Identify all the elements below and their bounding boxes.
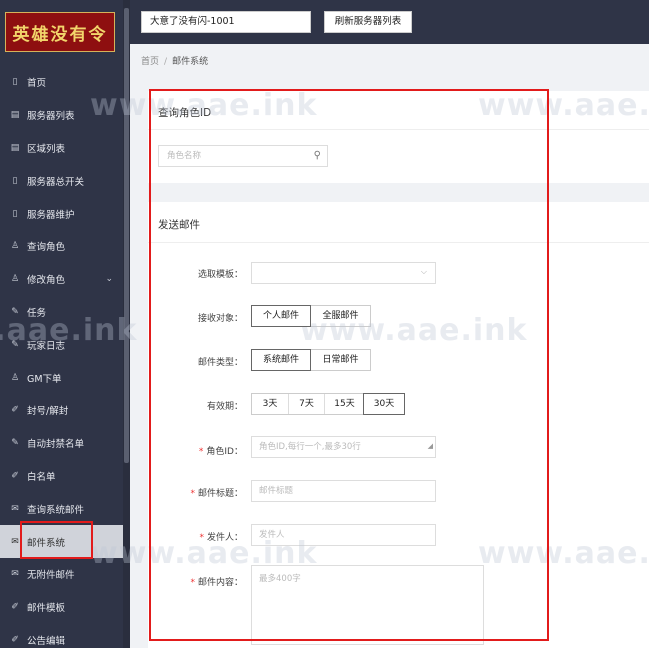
sidebar-item[interactable]: ✎ 自动封禁名单	[0, 427, 123, 460]
sidebar-item-label: 修改角色	[27, 275, 66, 287]
breadcrumb-current: 邮件系统	[172, 57, 209, 67]
menu-icon: ✎	[11, 306, 19, 317]
menu-icon: ▤	[10, 110, 20, 121]
menu-icon: ▯	[12, 77, 18, 88]
sidebar-item[interactable]: ✎ 玩家日志	[0, 328, 123, 361]
breadcrumb-separator: /	[164, 57, 168, 67]
sidebar-item-label: 服务器总开关	[27, 176, 85, 188]
menu-icon: ♙	[10, 241, 20, 252]
sidebar-item-label: 自动封禁名单	[27, 439, 85, 451]
menu-icon: ✉	[11, 569, 19, 580]
sidebar-item-label: 公告编辑	[27, 635, 66, 647]
menu-icon: ✎	[11, 438, 19, 449]
sidebar-item-label: 无附件邮件	[27, 570, 75, 582]
sidebar-item[interactable]: ▯ 服务器维护	[0, 197, 123, 230]
sidebar-item[interactable]: ▯ 首页	[0, 66, 123, 99]
type-system-button[interactable]: 系统邮件	[251, 349, 311, 371]
annotation-highlight-form	[149, 89, 549, 641]
menu-icon: ✐	[11, 602, 19, 613]
breadcrumb-home[interactable]: 首页	[141, 57, 159, 67]
annotation-highlight-menu	[20, 521, 93, 559]
sidebar-item[interactable]: ▤ 区域列表	[0, 132, 123, 165]
server-select[interactable]: 大意了没有闪-1001	[141, 11, 311, 33]
sidebar-item-label: 封号/解封	[27, 406, 69, 418]
chevron-down-icon[interactable]: ⌄	[105, 274, 113, 284]
sidebar-item-label: 服务器列表	[27, 111, 75, 123]
menu-icon: ✐	[11, 634, 19, 645]
sidebar-item-label: 任务	[27, 307, 47, 319]
sidebar-item-label: 区域列表	[27, 143, 66, 155]
sidebar-menu: ▯ 首页 ▤ 服务器列表 ▤ 区域列表 ▯ 服务器总开关 ▯ 服务器维护 ♙ 查询角色 ♙ 修改角色 ⌄ ✎ 任…	[0, 66, 123, 648]
menu-icon: ✉	[11, 503, 19, 514]
menu-icon: ♙	[10, 372, 20, 383]
menu-icon: ✐	[11, 470, 19, 481]
sidebar-item-label: 邮件模板	[27, 603, 66, 615]
sidebar-item[interactable]: ♙ GM下单	[0, 361, 123, 394]
sidebar-item[interactable]: ✎ 任务	[0, 296, 123, 329]
sidebar-item-label: 服务器维护	[27, 209, 75, 221]
refresh-server-list-button[interactable]: 刷新服务器列表	[324, 11, 412, 33]
menu-icon: ♙	[10, 274, 20, 285]
menu-icon: ▯	[12, 175, 18, 186]
sidebar-item-label: GM下单	[27, 373, 62, 385]
menu-icon: ✐	[11, 405, 19, 416]
sidebar-item[interactable]: ♙ 查询角色	[0, 230, 123, 263]
sidebar-item[interactable]: ▯ 服务器总开关	[0, 164, 123, 197]
sidebar-item[interactable]: ✐ 邮件模板	[0, 591, 123, 624]
sidebar-item[interactable]: ♙ 修改角色 ⌄	[0, 263, 123, 296]
sidebar-item-label: 查询系统邮件	[27, 504, 85, 516]
sidebar-item-label: 白名单	[27, 471, 56, 483]
logo-text: 英雄没有令	[12, 24, 108, 45]
breadcrumb: 首页 / 邮件系统	[141, 54, 208, 67]
sidebar-item[interactable]: ✐ 封号/解封	[0, 394, 123, 427]
validity-30d-button[interactable]: 30天	[363, 393, 405, 415]
sidebar-item-label: 首页	[27, 78, 47, 90]
sidebar-item-label: 查询角色	[27, 242, 66, 254]
sidebar-item[interactable]: ✐ 白名单	[0, 460, 123, 493]
sidebar-scroll-thumb[interactable]	[124, 8, 129, 463]
sidebar-item[interactable]: ✉ 无附件邮件	[0, 558, 123, 591]
target-personal-button[interactable]: 个人邮件	[251, 305, 311, 327]
menu-icon: ▯	[12, 208, 18, 219]
logo: 英雄没有令	[5, 12, 115, 52]
sidebar-item[interactable]: ▤ 服务器列表	[0, 99, 123, 132]
sidebar-item-label: 玩家日志	[27, 340, 66, 352]
menu-icon: ✎	[11, 339, 19, 350]
sidebar-item[interactable]: ✐ 公告编辑	[0, 624, 123, 648]
menu-icon: ▤	[10, 142, 20, 153]
